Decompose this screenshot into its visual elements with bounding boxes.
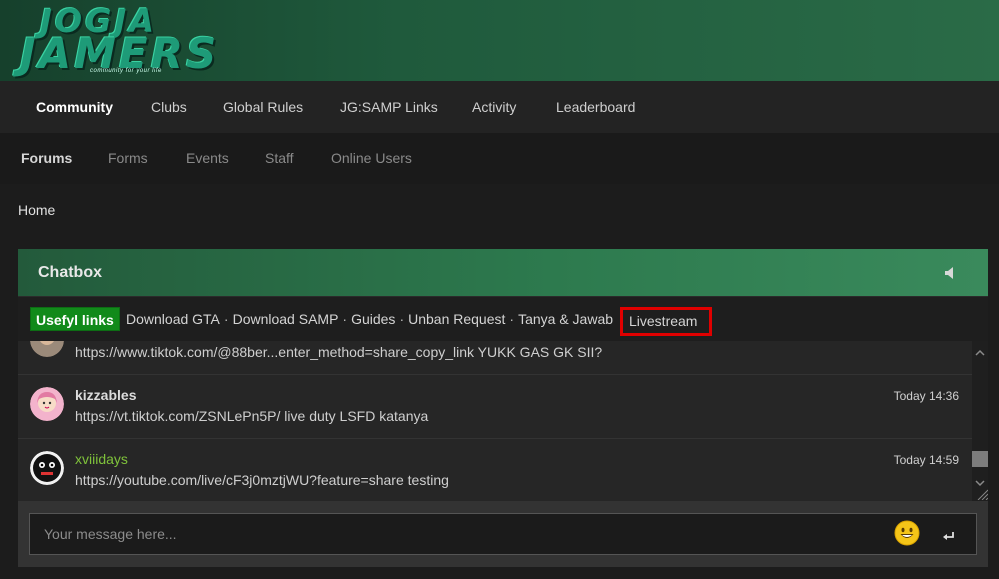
- link-unban-request[interactable]: Unban Request: [408, 311, 505, 327]
- link-separator: ·: [509, 311, 515, 327]
- link-tanya-jawab[interactable]: Tanya & Jawab: [518, 311, 613, 327]
- resize-grip-icon[interactable]: [976, 487, 989, 501]
- subnav-staff[interactable]: Staff: [265, 133, 294, 184]
- primary-nav: Community Clubs Global Rules JG:SAMP Lin…: [0, 81, 999, 133]
- link-download-gta[interactable]: Download GTA: [126, 311, 220, 327]
- subnav-events[interactable]: Events: [186, 133, 229, 184]
- chat-message: kizzables Today 14:36 https://vt.tiktok.…: [18, 375, 972, 439]
- chatbox-header: Chatbox: [18, 249, 988, 297]
- site-logo[interactable]: JOGJA JAMERS community for your life: [16, 4, 298, 78]
- avatar[interactable]: [30, 387, 64, 421]
- message-author[interactable]: xviiidays: [75, 451, 128, 467]
- nav-leaderboard[interactable]: Leaderboard: [556, 81, 635, 133]
- scrollbar-thumb[interactable]: [972, 451, 988, 467]
- subnav-online-users[interactable]: Online Users: [331, 133, 412, 184]
- message-text: https://vt.tiktok.com/ZSNLePn5P/ live du…: [75, 408, 429, 424]
- avatar[interactable]: [30, 451, 64, 485]
- messages-scrollbar[interactable]: [972, 341, 989, 501]
- subnav-forms[interactable]: Forms: [108, 133, 148, 184]
- message-time: Today 14:59: [893, 453, 959, 467]
- chevron-up-icon[interactable]: [975, 345, 985, 356]
- subnav-forums[interactable]: Forums: [21, 133, 72, 184]
- secondary-nav: Forums Forms Events Staff Online Users: [0, 133, 999, 184]
- chatbox: Chatbox Usefyl links Download GTA · Downlo…: [18, 249, 989, 567]
- chevron-down-icon[interactable]: [975, 475, 985, 487]
- nav-global-rules[interactable]: Global Rules: [223, 81, 303, 133]
- chat-message: xviiidays Today 14:59 https://youtube.co…: [18, 439, 972, 501]
- useful-links-badge: Usefyl links: [30, 307, 120, 331]
- useful-links-bar: Usefyl links Download GTA · Download SAMP ·…: [18, 297, 988, 341]
- site-banner: JOGJA JAMERS community for your life: [0, 0, 999, 81]
- logo-tagline: community for your life: [90, 68, 162, 74]
- useful-links-list: Download GTA · Download SAMP · Guides · Unban …: [126, 307, 613, 331]
- link-separator: ·: [399, 311, 405, 327]
- nav-activity[interactable]: Activity: [472, 81, 516, 133]
- enter-icon[interactable]: [943, 528, 955, 540]
- link-guides[interactable]: Guides: [351, 311, 395, 327]
- message-text: https://youtube.com/live/cF3j0mztjWU?fea…: [75, 472, 449, 488]
- chatbox-title: Chatbox: [38, 264, 102, 281]
- chat-messages: https://www.tiktok.com/@88ber...enter_me…: [18, 341, 972, 501]
- nav-community[interactable]: Community: [36, 81, 113, 133]
- link-download-samp[interactable]: Download SAMP: [233, 311, 339, 327]
- chat-message: https://www.tiktok.com/@88ber...enter_me…: [18, 341, 972, 375]
- message-composer: [18, 501, 988, 567]
- message-author[interactable]: kizzables: [75, 387, 136, 403]
- breadcrumb: Home: [18, 200, 55, 220]
- breadcrumb-home[interactable]: Home: [18, 202, 55, 218]
- nav-jgsamp-links[interactable]: JG:SAMP Links: [340, 81, 438, 133]
- message-input[interactable]: [29, 513, 977, 555]
- message-text: https://www.tiktok.com/@88ber...enter_me…: [75, 344, 603, 360]
- link-separator: ·: [223, 311, 229, 327]
- avatar[interactable]: [30, 341, 64, 357]
- link-livestream[interactable]: Livestream: [620, 307, 712, 336]
- volume-icon[interactable]: [943, 266, 957, 280]
- smiley-icon[interactable]: [894, 520, 920, 546]
- link-separator: ·: [342, 311, 348, 327]
- nav-clubs[interactable]: Clubs: [151, 81, 187, 133]
- message-time: Today 14:36: [893, 389, 959, 403]
